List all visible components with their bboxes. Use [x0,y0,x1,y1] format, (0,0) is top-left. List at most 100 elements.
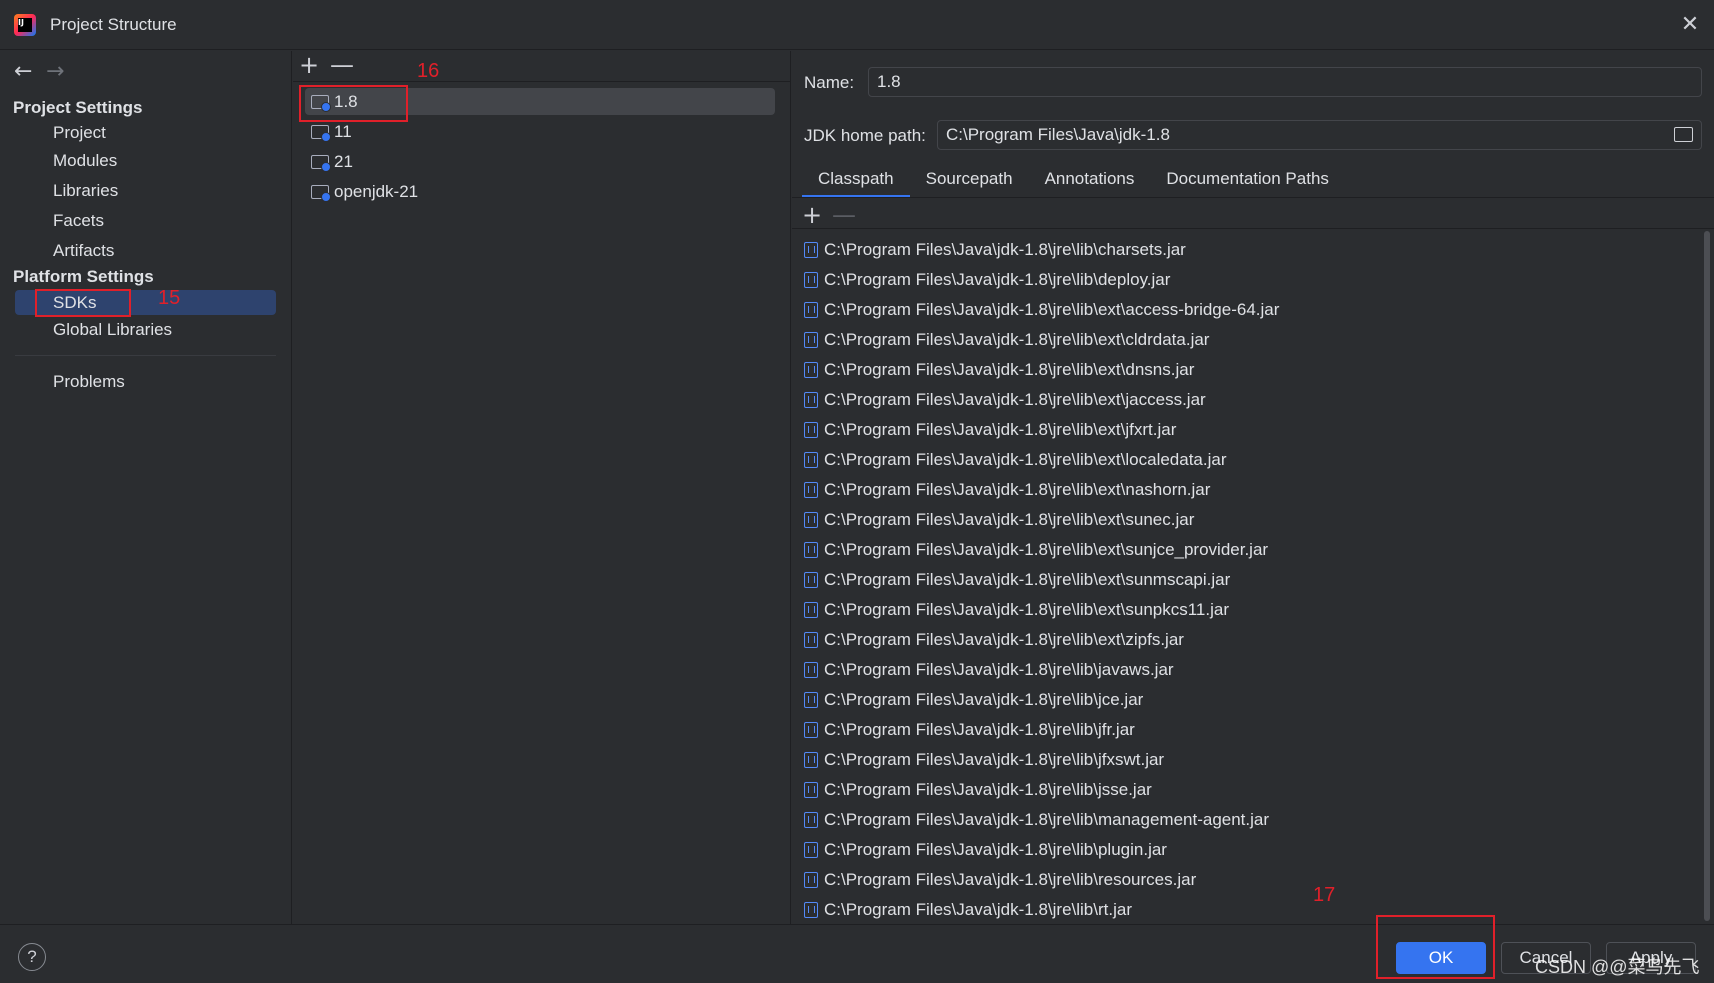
classpath-entry: C:\Program Files\Java\jdk-1.8\jre\lib\jc… [824,690,1144,709]
sdk-item-label: 21 [334,151,353,171]
jar-icon [804,452,818,468]
title-bar: Project Structure ✕ [0,0,1714,50]
sdk-item-21[interactable]: 21 [311,148,353,175]
nav-divider [15,355,276,356]
classpath-entry: C:\Program Files\Java\jdk-1.8\jre\lib\ex… [824,540,1269,559]
classpath-entry: C:\Program Files\Java\jdk-1.8\jre\lib\ex… [824,300,1280,319]
sdk-item-label: 11 [334,121,352,141]
remove-classpath-button[interactable]: — [832,201,856,229]
intellij-logo-icon [14,13,36,36]
jar-icon [804,902,818,918]
list-item[interactable]: C:\Program Files\Java\jdk-1.8\jre\lib\rt… [804,895,1684,925]
tab-classpath[interactable]: Classpath [802,164,910,198]
jdk-home-path-field[interactable]: C:\Program Files\Java\jdk-1.8 [937,120,1702,150]
list-item[interactable]: C:\Program Files\Java\jdk-1.8\jre\lib\jf… [804,715,1684,745]
classpath-entry: C:\Program Files\Java\jdk-1.8\jre\lib\ex… [824,330,1210,349]
help-icon[interactable]: ? [18,943,46,971]
annotation-label-17: 17 [1313,884,1336,906]
list-item[interactable]: C:\Program Files\Java\jdk-1.8\jre\lib\ex… [804,565,1684,595]
classpath-entry: C:\Program Files\Java\jdk-1.8\jre\lib\ex… [824,600,1230,619]
jar-icon [804,242,818,258]
sdk-tabs: Classpath Sourcepath Annotations Documen… [802,164,1345,198]
classpath-entry: C:\Program Files\Java\jdk-1.8\jre\lib\ex… [824,630,1184,649]
forward-arrow-icon[interactable]: → [46,59,64,84]
list-item[interactable]: C:\Program Files\Java\jdk-1.8\jre\lib\jc… [804,685,1684,715]
remove-sdk-button[interactable]: — [330,53,354,77]
list-item[interactable]: C:\Program Files\Java\jdk-1.8\jre\lib\js… [804,775,1684,805]
classpath-entry: C:\Program Files\Java\jdk-1.8\jre\lib\de… [824,270,1171,289]
sdk-item-11[interactable]: 11 [311,118,352,145]
list-item[interactable]: C:\Program Files\Java\jdk-1.8\jre\lib\ex… [804,505,1684,535]
classpath-entry: C:\Program Files\Java\jdk-1.8\jre\lib\js… [824,780,1152,799]
list-item[interactable]: C:\Program Files\Java\jdk-1.8\jre\lib\ex… [804,625,1684,655]
list-item[interactable]: C:\Program Files\Java\jdk-1.8\jre\lib\re… [804,865,1684,895]
annotation-box-sdk-1-8 [299,85,408,122]
list-item[interactable]: C:\Program Files\Java\jdk-1.8\jre\lib\ex… [804,535,1684,565]
jar-icon [804,542,818,558]
list-item[interactable]: C:\Program Files\Java\jdk-1.8\jre\lib\ma… [804,805,1684,835]
list-item[interactable]: C:\Program Files\Java\jdk-1.8\jre\lib\ja… [804,655,1684,685]
nav-item-modules[interactable]: Modules [53,151,117,171]
jdk-folder-icon [311,124,331,142]
sdk-item-label: openjdk-21 [334,181,419,201]
name-label: Name: [804,73,855,92]
browse-folder-icon[interactable] [1674,127,1693,142]
jar-icon [804,422,818,438]
csdn-watermark: CSDN @@菜鸟先飞 [1535,957,1700,977]
project-settings-heading: Project Settings [13,98,143,117]
add-sdk-button[interactable]: + [299,53,319,77]
list-item[interactable]: C:\Program Files\Java\jdk-1.8\jre\lib\ex… [804,415,1684,445]
list-item[interactable]: C:\Program Files\Java\jdk-1.8\jre\lib\ch… [804,235,1684,265]
settings-navigation: ← → Project Settings Project Modules Lib… [0,51,292,924]
jdk-home-label: JDK home path: [804,126,926,145]
back-arrow-icon[interactable]: ← [14,59,32,84]
classpath-entry: C:\Program Files\Java\jdk-1.8\jre\lib\re… [824,870,1197,889]
nav-item-project[interactable]: Project [53,123,106,143]
close-icon[interactable]: ✕ [1678,13,1702,37]
list-item[interactable]: C:\Program Files\Java\jdk-1.8\jre\lib\ex… [804,295,1684,325]
jar-icon [804,752,818,768]
sdk-item-openjdk-21[interactable]: openjdk-21 [311,178,418,205]
tab-sourcepath[interactable]: Sourcepath [910,164,1029,198]
jar-icon [804,872,818,888]
name-field[interactable]: 1.8 [868,67,1702,97]
jar-icon [804,692,818,708]
classpath-entry: C:\Program Files\Java\jdk-1.8\jre\lib\ch… [824,240,1186,259]
list-item[interactable]: C:\Program Files\Java\jdk-1.8\jre\lib\ex… [804,325,1684,355]
list-item[interactable]: C:\Program Files\Java\jdk-1.8\jre\lib\pl… [804,835,1684,865]
list-item[interactable]: C:\Program Files\Java\jdk-1.8\jre\lib\ex… [804,475,1684,505]
list-item[interactable]: C:\Program Files\Java\jdk-1.8\jre\lib\de… [804,265,1684,295]
classpath-scrollbar[interactable] [1704,231,1710,921]
add-classpath-button[interactable]: + [802,201,822,229]
window-title: Project Structure [50,14,177,34]
classpath-entry: C:\Program Files\Java\jdk-1.8\jre\lib\ex… [824,390,1206,409]
tab-annotations[interactable]: Annotations [1029,164,1151,198]
list-item[interactable]: C:\Program Files\Java\jdk-1.8\jre\lib\jf… [804,745,1684,775]
platform-settings-heading: Platform Settings [13,267,154,286]
nav-item-facets[interactable]: Facets [53,211,104,231]
jdk-folder-icon [311,184,331,202]
classpath-entry: C:\Program Files\Java\jdk-1.8\jre\lib\ex… [824,510,1195,529]
classpath-entry: C:\Program Files\Java\jdk-1.8\jre\lib\rt… [824,900,1132,919]
sdk-toolbar-divider [293,81,791,82]
classpath-entry: C:\Program Files\Java\jdk-1.8\jre\lib\pl… [824,840,1167,859]
nav-item-problems[interactable]: Problems [53,372,125,392]
jar-icon [804,812,818,828]
annotation-box-sdks [35,289,131,317]
list-item[interactable]: C:\Program Files\Java\jdk-1.8\jre\lib\ex… [804,385,1684,415]
jar-icon [804,482,818,498]
list-item[interactable]: C:\Program Files\Java\jdk-1.8\jre\lib\ex… [804,595,1684,625]
list-item[interactable]: C:\Program Files\Java\jdk-1.8\jre\lib\ex… [804,355,1684,385]
nav-item-libraries[interactable]: Libraries [53,181,118,201]
annotation-label-16: 16 [417,60,440,82]
tab-documentation-paths[interactable]: Documentation Paths [1150,164,1345,198]
jar-icon [804,632,818,648]
classpath-entry: C:\Program Files\Java\jdk-1.8\jre\lib\ex… [824,450,1227,469]
nav-item-global-libraries[interactable]: Global Libraries [53,320,172,340]
nav-item-artifacts[interactable]: Artifacts [53,241,114,261]
list-item[interactable]: C:\Program Files\Java\jdk-1.8\jre\lib\ex… [804,445,1684,475]
jar-icon [804,572,818,588]
jar-icon [804,512,818,528]
jar-icon [804,332,818,348]
classpath-entry: C:\Program Files\Java\jdk-1.8\jre\lib\ma… [824,810,1270,829]
